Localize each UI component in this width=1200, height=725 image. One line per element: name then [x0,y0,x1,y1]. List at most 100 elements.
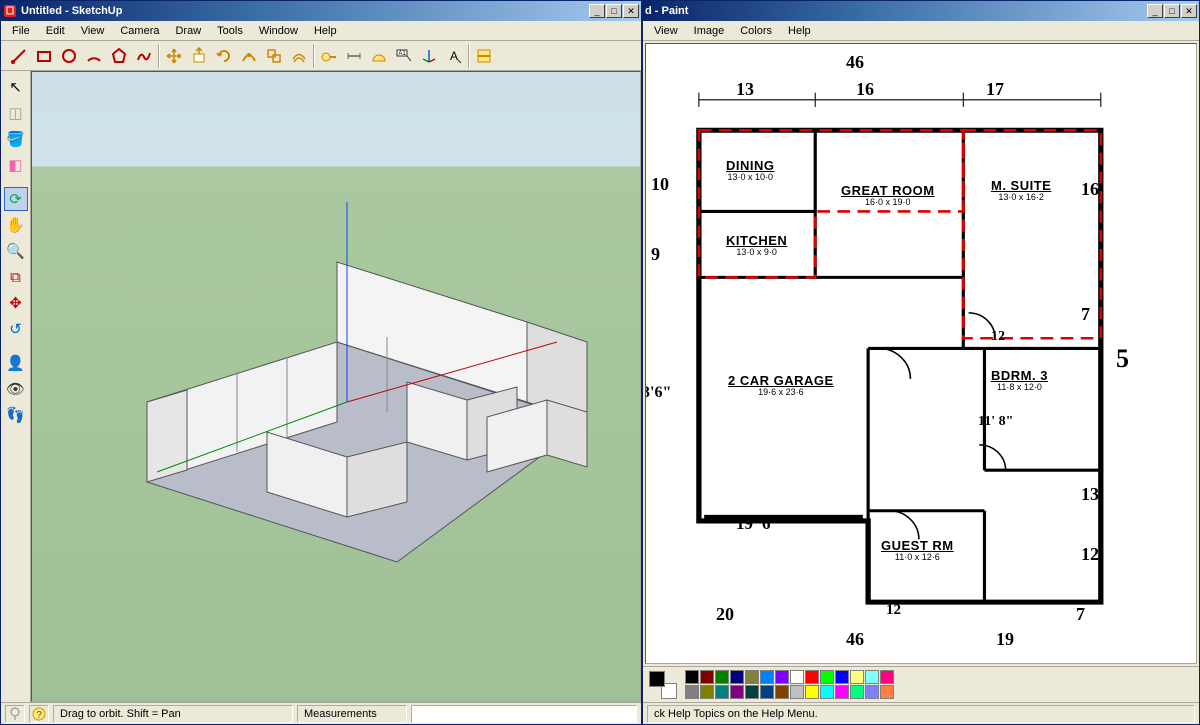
menu-edit[interactable]: Edit [39,23,72,39]
menu-view[interactable]: View [74,23,112,39]
paint-menu-view[interactable]: View [647,23,685,39]
line-tool[interactable] [7,44,31,68]
paint-menu-colors[interactable]: Colors [733,23,779,39]
minimize-button[interactable]: _ [589,4,605,18]
palette-ffff80[interactable] [850,670,864,684]
sketchup-window: Untitled - SketchUp _ □ ✕ FileEditViewCa… [0,0,642,725]
walk-tool[interactable]: 👣 [4,403,28,427]
palette-00ffff[interactable] [820,685,834,699]
pan-hand-tool[interactable]: ✋ [4,213,28,237]
freehand-tool[interactable] [132,44,156,68]
axes-tool[interactable] [417,44,441,68]
palette-004080[interactable] [760,685,774,699]
polygon-tool[interactable] [107,44,131,68]
label-tool[interactable]: A1 [392,44,416,68]
palette-0080ff[interactable] [760,670,774,684]
circle-tool[interactable] [57,44,81,68]
menu-file[interactable]: File [5,23,37,39]
palette-8080ff[interactable] [865,685,879,699]
section-tool[interactable] [472,44,496,68]
rectangle-tool[interactable] [32,44,56,68]
current-colors[interactable] [649,671,677,699]
palette-c0c0c0[interactable] [790,685,804,699]
follow-tool[interactable] [237,44,261,68]
paint-tool[interactable]: 🪣 [4,127,28,151]
paint-canvas[interactable]: DINING13·0 x 10·0GREAT ROOM16·0 x 19·0M.… [645,43,1197,664]
move-tool[interactable] [162,44,186,68]
palette-ff00ff[interactable] [835,685,849,699]
palette-808040[interactable] [745,670,759,684]
close-button[interactable]: ✕ [623,4,639,18]
paint-titlebar[interactable]: d - Paint _ □ ✕ [643,1,1199,21]
annotation: 19 [996,629,1014,650]
zoom-extents-tool[interactable]: ✥ [4,291,28,315]
select-tool[interactable]: ↖ [4,75,28,99]
annotation: 10 [651,174,669,195]
paint-menu-help[interactable]: Help [781,23,818,39]
palette-000000[interactable] [685,670,699,684]
dimension-tool[interactable] [342,44,366,68]
palette-ff8040[interactable] [880,685,894,699]
position-camera-tool[interactable]: 👤 [4,351,28,375]
paint-menu-image[interactable]: Image [687,23,732,39]
status-help-icon[interactable]: ? [29,705,49,723]
paint-color-palette [643,666,1199,702]
palette-0000ff[interactable] [835,670,849,684]
annotation: 19' 6" [736,514,780,534]
palette-800000[interactable] [700,670,714,684]
menu-window[interactable]: Window [252,23,305,39]
paint-close-button[interactable]: ✕ [1181,4,1197,18]
annotation: 12 [886,602,901,619]
tape-tool[interactable] [317,44,341,68]
palette-808080[interactable] [685,685,699,699]
offset-tool[interactable] [287,44,311,68]
zoom-tool[interactable]: 🔍 [4,239,28,263]
zoom-window-tool[interactable]: ⧉ [4,265,28,289]
eraser-tool[interactable]: ◧ [4,153,28,177]
sketchup-3d-viewport[interactable] [31,71,641,702]
maximize-button[interactable]: □ [606,4,622,18]
palette-008000[interactable] [715,670,729,684]
palette-ffff00[interactable] [805,685,819,699]
previous-tool[interactable]: ↺ [4,317,28,341]
arc-tool[interactable] [82,44,106,68]
protractor-tool[interactable] [367,44,391,68]
text-tool[interactable]: A [442,44,466,68]
svg-text:A1: A1 [398,51,406,57]
annotation: 9 [651,244,660,265]
menu-tools[interactable]: Tools [210,23,250,39]
palette-000080[interactable] [730,670,744,684]
scale-tool[interactable] [262,44,286,68]
look-tool[interactable]: 👁 [4,377,28,401]
room-dining: DINING13·0 x 10·0 [726,159,775,183]
svg-text:?: ? [36,710,42,721]
menu-draw[interactable]: Draw [168,23,208,39]
room-m-suite: M. SUITE13·0 x 16·2 [991,179,1051,203]
palette-004040[interactable] [745,685,759,699]
palette-8000ff[interactable] [775,670,789,684]
pushpull-tool[interactable] [187,44,211,68]
palette-80ffff[interactable] [865,670,879,684]
menu-help[interactable]: Help [307,23,344,39]
palette-00ff00[interactable] [820,670,834,684]
annotation: 16 [856,79,874,100]
palette-00ff80[interactable] [850,685,864,699]
palette-808000[interactable] [700,685,714,699]
rotate-tool[interactable] [212,44,236,68]
annotation: 46 [846,52,864,73]
palette-008080[interactable] [715,685,729,699]
palette-804000[interactable] [775,685,789,699]
menu-camera[interactable]: Camera [113,23,166,39]
palette-ff0000[interactable] [805,670,819,684]
svg-text:A: A [450,49,458,63]
sketchup-titlebar[interactable]: Untitled - SketchUp _ □ ✕ [1,1,641,21]
orbit-tool[interactable]: ⟳ [4,187,28,211]
status-geo-icon[interactable] [5,705,25,723]
paint-maximize-button[interactable]: □ [1164,4,1180,18]
component-tool[interactable]: ◫ [4,101,28,125]
paint-minimize-button[interactable]: _ [1147,4,1163,18]
palette-ff0080[interactable] [880,670,894,684]
palette-800080[interactable] [730,685,744,699]
status-measurements-value[interactable] [411,705,637,723]
palette-ffffff[interactable] [790,670,804,684]
